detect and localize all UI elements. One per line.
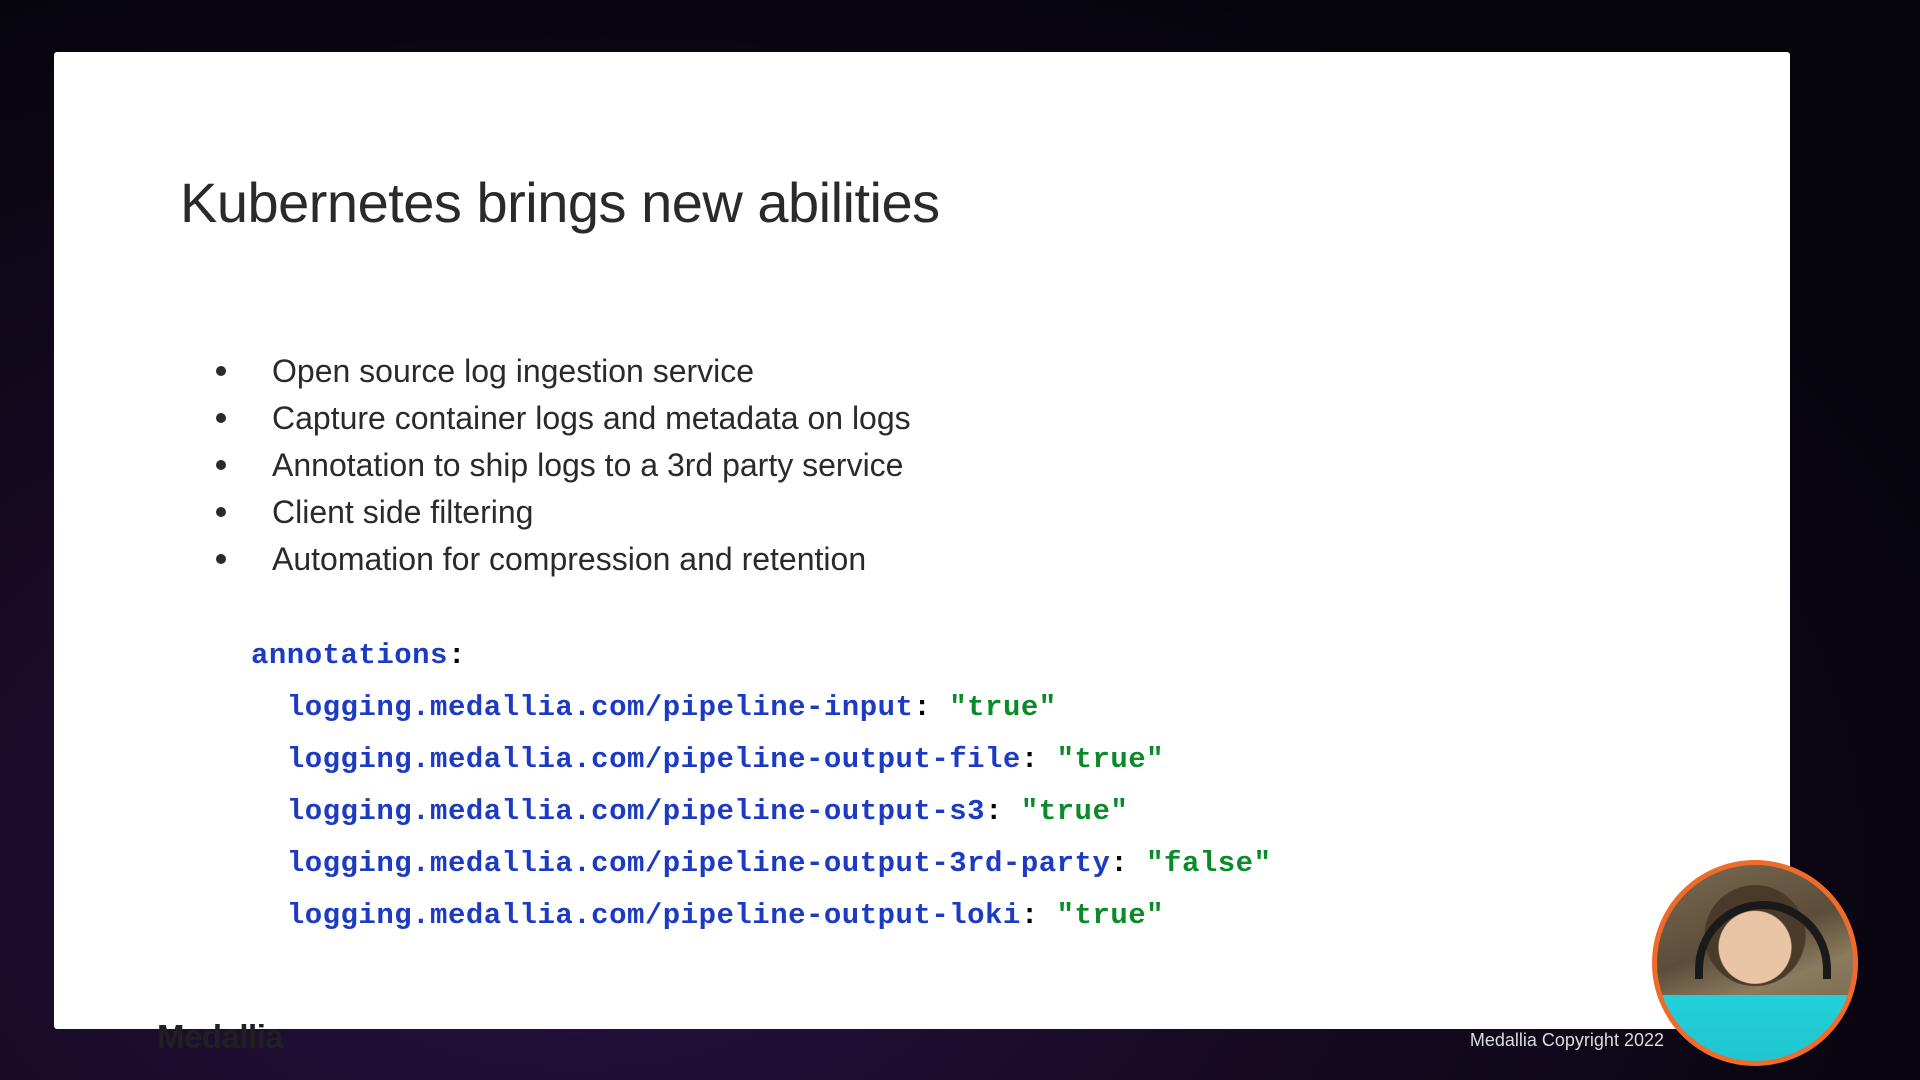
yaml-key: logging.medallia.com/pipeline-output-s3	[287, 795, 985, 828]
yaml-key: logging.medallia.com/pipeline-input	[287, 691, 914, 724]
yaml-key: logging.medallia.com/pipeline-output-fil…	[287, 743, 1021, 776]
list-item: Open source log ingestion service	[210, 348, 911, 395]
yaml-value: "true"	[1057, 899, 1164, 932]
copyright-text: Medallia Copyright 2022	[1470, 1030, 1664, 1051]
yaml-code-block: annotations: logging.medallia.com/pipeli…	[251, 630, 1271, 942]
speaker-webcam-overlay	[1652, 860, 1858, 1066]
video-frame: Kubernetes brings new abilities Open sou…	[0, 0, 1920, 1080]
bullet-list: Open source log ingestion service Captur…	[210, 348, 911, 583]
yaml-key: logging.medallia.com/pipeline-output-lok…	[287, 899, 1021, 932]
list-item: Client side filtering	[210, 489, 911, 536]
yaml-value: "true"	[1021, 795, 1128, 828]
yaml-value: "true"	[1057, 743, 1164, 776]
slide: Kubernetes brings new abilities Open sou…	[54, 52, 1790, 1029]
list-item: Automation for compression and retention	[210, 536, 911, 583]
yaml-value: "false"	[1146, 847, 1271, 880]
yaml-key: annotations	[251, 639, 448, 672]
list-item: Annotation to ship logs to a 3rd party s…	[210, 442, 911, 489]
slide-title: Kubernetes brings new abilities	[180, 170, 940, 235]
yaml-key: logging.medallia.com/pipeline-output-3rd…	[287, 847, 1111, 880]
yaml-value: "true"	[949, 691, 1056, 724]
list-item: Capture container logs and metadata on l…	[210, 395, 911, 442]
brand-logo-text: Medallia	[157, 1018, 283, 1056]
